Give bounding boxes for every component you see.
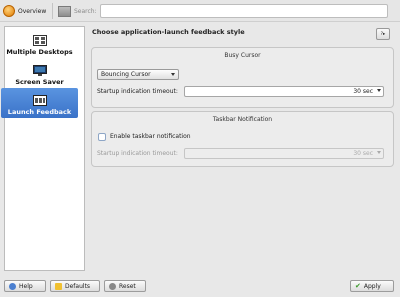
page-title: Choose application-launch feedback style [92,28,245,36]
overview-label: Overview [18,7,47,15]
help-context-button[interactable]: ?▸ [376,28,390,40]
taskbar-timeout-value: 30 sec [353,150,373,157]
taskbar-legend: Taskbar Notification [212,116,273,123]
defaults-icon [55,282,62,290]
search-input[interactable] [100,4,388,18]
apply-button[interactable]: ✔ Apply [350,280,394,292]
desktops-icon [32,35,47,46]
overview-icon [3,5,15,17]
sidebar-item-multiple-desktops[interactable]: Multiple Desktops [1,28,78,58]
busy-timeout-spinbox[interactable]: 30 sec [184,86,384,97]
sidebar-item-label: Multiple Desktops [6,48,73,56]
chevron-down-icon [171,73,175,76]
busy-timeout-label: Startup indication timeout: [97,88,178,95]
help-label: Help [19,282,33,290]
defaults-button[interactable]: Defaults [50,280,100,292]
busy-cursor-legend: Busy Cursor [224,52,261,59]
sidebar-item-label: Screen Saver [15,78,64,86]
sidebar-item-screen-saver[interactable]: Screen Saver [1,58,78,88]
sidebar-item-label: Launch Feedback [7,108,72,116]
sidebar-item-launch-feedback[interactable]: Launch Feedback [1,88,78,118]
overview-button[interactable]: Overview [3,3,46,19]
enable-taskbar-label: Enable taskbar notification [110,133,191,140]
help-button[interactable]: Help [4,280,46,292]
spin-arrows-icon [377,89,381,92]
reset-button[interactable]: Reset [104,280,146,292]
spin-arrows-icon [377,151,381,154]
reset-icon [109,282,116,290]
whats-this-icon: ?▸ [380,31,386,37]
search-label: Search: [74,7,97,15]
taskbar-timeout-spinbox[interactable]: 30 sec [184,148,384,159]
checkmark-icon: ✔ [355,282,361,290]
defaults-label: Defaults [65,282,91,290]
toolbar-separator [52,3,53,19]
enable-taskbar-checkbox[interactable] [98,133,106,141]
reset-label: Reset [119,282,136,290]
monitor-icon [32,65,47,76]
apply-label: Apply [363,282,381,290]
taskbar-timeout-label: Startup indication timeout: [97,150,178,157]
help-icon [9,282,16,290]
busy-timeout-value: 30 sec [353,88,373,95]
cursor-style-select[interactable]: Bouncing Cursor [97,69,179,80]
search-label-group: Search: [58,3,97,19]
cursor-style-value: Bouncing Cursor [101,71,151,78]
launch-feedback-icon [32,95,47,106]
search-monitor-icon [58,5,71,17]
